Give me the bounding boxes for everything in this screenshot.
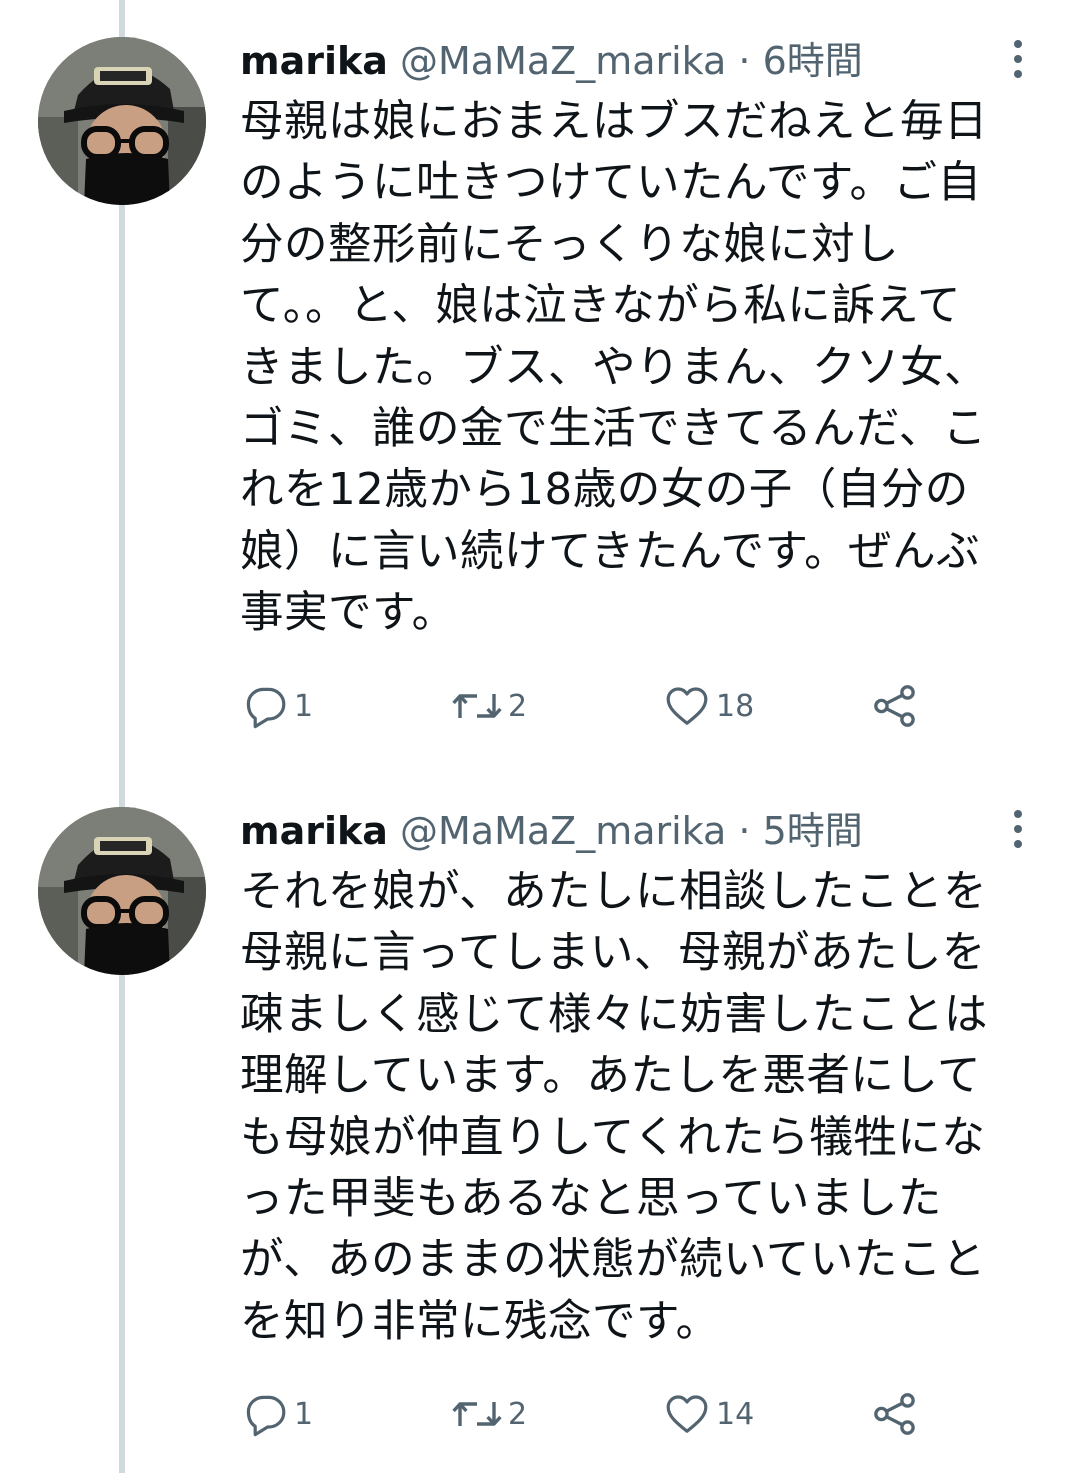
tweet-text-line: 事実です。 — [240, 588, 456, 639]
retweet-button[interactable]: 2 — [450, 680, 527, 732]
reply-button[interactable]: 1 — [242, 1388, 313, 1440]
post-time[interactable]: 6時間 — [763, 39, 863, 83]
share-icon — [874, 1393, 915, 1435]
tweet-text: 母親は娘におまえはブスだねえと毎日 のように吐きつけていたんです。ご自 分の整形… — [240, 92, 1030, 645]
like-button[interactable]: 18 — [662, 680, 754, 732]
separator-dot: · — [738, 39, 751, 83]
tweet-header: marika @MaMaZ_marika · 5時間 — [240, 806, 1040, 856]
tweet-text-line: 母親は娘におまえはブスだねえと毎日 — [240, 97, 988, 147]
reply-count: 1 — [294, 688, 314, 724]
heart-icon — [666, 1395, 708, 1433]
author-handle[interactable]: @MaMaZ_marika — [400, 809, 726, 853]
tweet-text-line: きました。ブス、やりまん、クソ女、 — [240, 342, 988, 393]
author-handle[interactable]: @MaMaZ_marika — [400, 39, 726, 83]
retweet-count: 2 — [508, 1396, 528, 1432]
share-icon — [874, 685, 915, 727]
avatar[interactable] — [38, 37, 206, 205]
tweet-text-line: 疎ましく感じて様々に妨害したことは — [240, 989, 988, 1040]
reply-icon — [246, 1395, 286, 1437]
tweet-actions: 1 2 14 — [240, 1388, 940, 1440]
tweet-header: marika @MaMaZ_marika · 6時間 — [240, 36, 1040, 86]
share-button[interactable] — [870, 1388, 920, 1440]
tweet-text-line: それを娘が、あたしに相談したことを — [240, 867, 988, 917]
avatar-photo-icon — [38, 37, 206, 205]
reply-count: 1 — [294, 1396, 314, 1432]
like-button[interactable]: 14 — [662, 1388, 754, 1440]
retweet-button[interactable]: 2 — [450, 1388, 527, 1440]
tweet-text-line: れを12歳から18歳の女の子（自分の — [240, 465, 969, 516]
post-time[interactable]: 5時間 — [763, 809, 863, 853]
avatar[interactable] — [38, 807, 206, 975]
tweet-text-line: 分の整形前にそっくりな娘に対し — [240, 219, 900, 270]
thread-connector-line — [119, 0, 125, 1473]
tweet-text-line: を知り非常に残念です。 — [240, 1296, 720, 1347]
tweet-text-line: 娘）に言い続けてきたんです。ぜんぶ — [240, 526, 981, 577]
tweet-actions: 1 2 18 — [240, 680, 940, 732]
more-vertical-icon[interactable] — [1006, 806, 1030, 856]
retweet-count: 2 — [508, 688, 528, 724]
reply-button[interactable]: 1 — [242, 680, 313, 732]
like-count: 18 — [716, 688, 755, 724]
avatar-photo-icon — [38, 807, 206, 975]
heart-icon — [666, 687, 708, 725]
retweet-icon — [452, 694, 502, 718]
tweet-text-line: 理解しています。あたしを悪者にして — [240, 1051, 982, 1102]
tweet-text-line: ゴミ、誰の金で生活できてるんだ、こ — [240, 404, 987, 455]
author-name[interactable]: marika — [240, 809, 388, 853]
retweet-icon — [452, 1402, 502, 1426]
tweet-text-line: が、あのままの状態が続いていたこと — [240, 1235, 986, 1286]
author-name[interactable]: marika — [240, 39, 388, 83]
share-button[interactable] — [870, 680, 920, 732]
separator-dot: · — [738, 809, 751, 853]
tweet-text-line: も母娘が仲直りしてくれたら犠牲にな — [240, 1112, 986, 1163]
reply-icon — [246, 687, 286, 729]
tweet-text-line: て。。と、娘は泣きながら私に訴えて — [240, 281, 962, 332]
tweet-text-line: った甲斐もあるなと思っていました — [240, 1174, 942, 1225]
tweet-text-line: 母親に言ってしまい、母親があたしを — [240, 928, 986, 979]
like-count: 14 — [716, 1396, 755, 1432]
tweet-text-line: のように吐きつけていたんです。ご自 — [240, 158, 982, 209]
more-vertical-icon[interactable] — [1006, 36, 1030, 86]
tweet-text: それを娘が、あたしに相談したことを 母親に言ってしまい、母親があたしを 疎ましく… — [240, 862, 1030, 1353]
